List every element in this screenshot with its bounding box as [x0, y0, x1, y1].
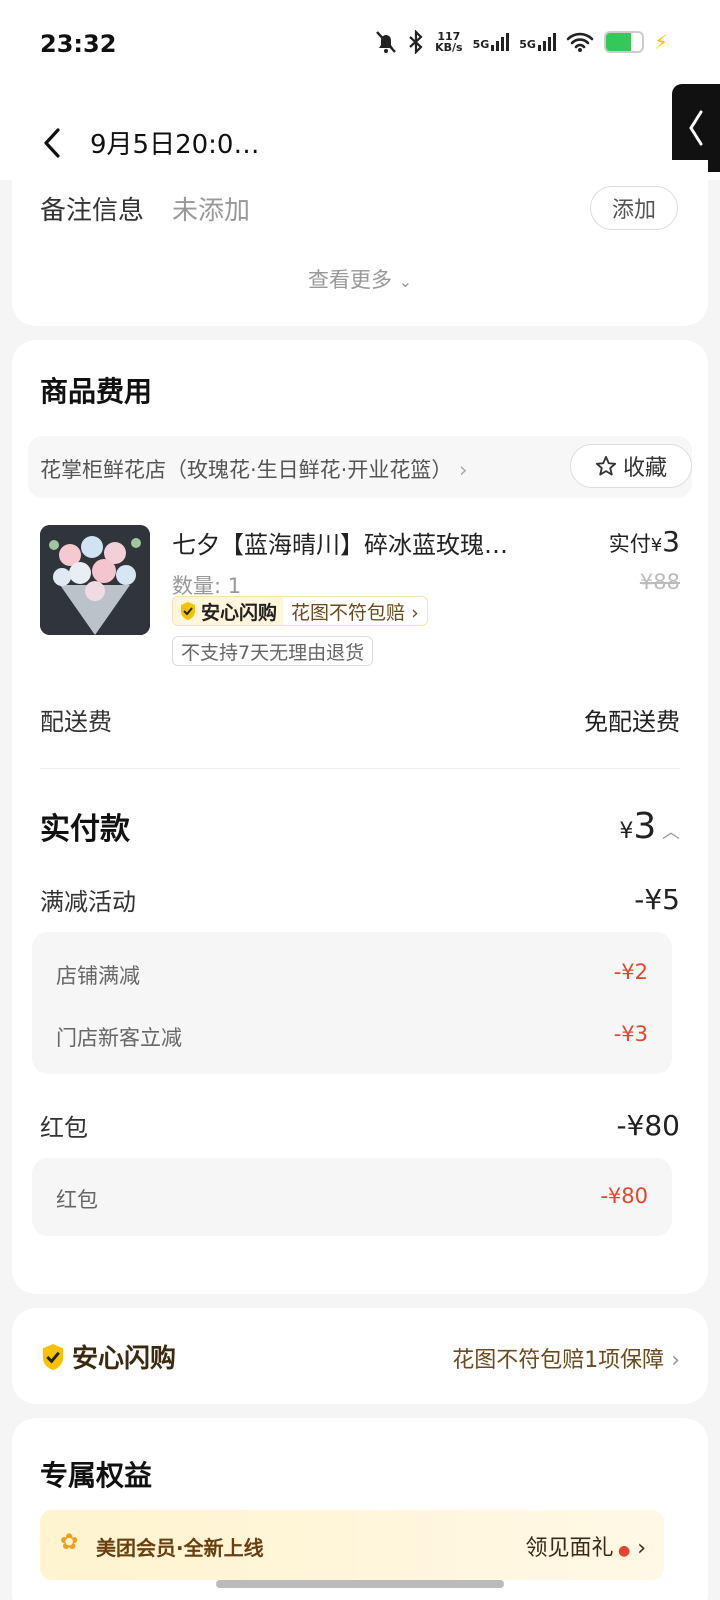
product-original-price: ¥88	[639, 570, 680, 594]
chevron-right-icon: ›	[459, 458, 468, 482]
product-image[interactable]	[40, 525, 150, 635]
battery-icon	[603, 31, 644, 53]
delivery-fee-row: 配送费 免配送费	[40, 702, 680, 737]
product-name[interactable]: 七夕【蓝海晴川】碎冰蓝玫瑰…	[172, 525, 552, 560]
star-icon	[595, 455, 617, 476]
chevron-right-icon: ›	[671, 1348, 680, 1373]
chevron-left-icon	[689, 110, 703, 146]
list-item: 门店新客立减 -¥3	[56, 1022, 648, 1050]
add-note-button[interactable]: 添加	[590, 186, 678, 230]
home-indicator[interactable]	[216, 1580, 504, 1588]
no-return-tag: 不支持7天无理由退货	[172, 636, 374, 666]
clock: 23:32	[40, 30, 117, 58]
chevron-up-icon: ︿	[656, 821, 680, 843]
promo-action[interactable]: 领见面礼 ● ›	[526, 1530, 647, 1562]
member-logo-icon: ✿	[60, 1530, 79, 1555]
red-dot-icon: ●	[613, 1543, 631, 1559]
guarantee-text[interactable]: 花图不符包赔1项保障 ›	[452, 1342, 680, 1374]
benefits-card: 专属权益 ✿ 美团会员·全新上线 领见面礼 ● ›	[12, 1418, 708, 1600]
guarantee-badge[interactable]: 安心闪购 花图不符包赔 ›	[172, 596, 428, 626]
shop-row[interactable]: 花掌柜鲜花店（玫瑰花·生日鲜花·开业花篮） › 收藏	[28, 436, 692, 498]
red-packet-label: 红包	[40, 1114, 88, 1142]
red-packet-detail-box: 红包 -¥80	[32, 1158, 672, 1236]
chevron-right-icon: ›	[411, 601, 419, 624]
charging-icon: ⚡	[653, 30, 668, 54]
shield-check-icon	[42, 1343, 64, 1370]
network-speed: 117 KB/s	[435, 30, 463, 54]
wifi-icon	[566, 32, 594, 52]
back-arrow-icon[interactable]	[40, 126, 64, 160]
sim1-signal-icon: 5G	[473, 33, 510, 51]
guarantee-title: 安心闪购	[40, 1338, 176, 1375]
divider	[40, 768, 680, 769]
shield-check-icon	[181, 602, 195, 620]
chevron-down-icon: ⌄	[398, 272, 413, 291]
note-label: 备注信息	[40, 196, 145, 226]
bluetooth-icon	[409, 30, 423, 54]
status-bar: 23:32 117 KB/s 5G 5G ⚡	[0, 0, 720, 96]
discount-label: 满减活动	[40, 888, 136, 916]
discount-detail-box: 店铺满减 -¥2 门店新客立减 -¥3	[32, 932, 672, 1074]
total-paid-value: ¥3 ︿	[619, 805, 680, 847]
favorite-button[interactable]: 收藏	[570, 444, 692, 488]
section-title-goods: 商品费用	[40, 375, 153, 408]
shop-name[interactable]: 花掌柜鲜花店（玫瑰花·生日鲜花·开业花篮） ›	[40, 454, 467, 484]
total-paid-label: 实付款	[40, 812, 130, 847]
order-info-card: 备注信息 未添加 添加 查看更多 ⌄	[12, 160, 708, 326]
red-packet-value: -¥80	[616, 1109, 680, 1142]
discount-value: -¥5	[634, 883, 680, 916]
member-promo-banner[interactable]: ✿ 美团会员·全新上线 领见面礼 ● ›	[40, 1510, 664, 1580]
goods-fee-card: 商品费用 花掌柜鲜花店（玫瑰花·生日鲜花·开业花篮） › 收藏 七夕【蓝海晴川】…	[12, 340, 708, 1294]
guarantee-card[interactable]: 安心闪购 花图不符包赔1项保障 ›	[12, 1308, 708, 1404]
total-paid-row[interactable]: 实付款 ¥3 ︿	[40, 804, 680, 848]
sim2-signal-icon: 5G	[519, 33, 556, 51]
page-title: 9月5日20:0…	[90, 130, 260, 160]
mute-bell-icon	[376, 31, 396, 53]
product-paid-price: 实付¥3	[608, 525, 680, 558]
list-item: 红包 -¥80	[56, 1184, 648, 1212]
delivery-fee-label: 配送费	[40, 708, 112, 736]
discount-row: 满减活动 -¥5	[40, 882, 680, 917]
side-panel-tab[interactable]	[672, 84, 720, 172]
promo-text: 美团会员·全新上线	[96, 1536, 264, 1560]
chevron-right-icon: ›	[637, 1536, 646, 1561]
note-value: 未添加	[172, 196, 251, 226]
section-title-benefits: 专属权益	[40, 1459, 153, 1492]
list-item: 店铺满减 -¥2	[56, 960, 648, 988]
view-more-link[interactable]: 查看更多 ⌄	[12, 264, 708, 294]
red-packet-row: 红包 -¥80	[40, 1108, 680, 1143]
delivery-fee-value: 免配送费	[584, 708, 680, 736]
